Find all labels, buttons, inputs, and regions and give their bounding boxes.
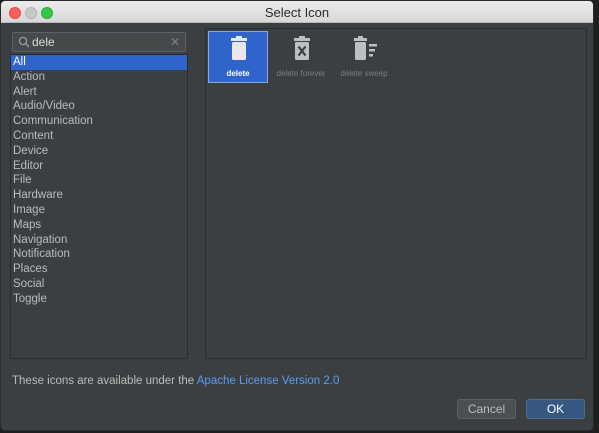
- icon-tile-label: delete sweep: [340, 69, 388, 78]
- title-bar: Select Icon: [1, 1, 593, 23]
- category-item-all[interactable]: All: [11, 55, 187, 70]
- category-item-audio-video[interactable]: Audio/Video: [11, 99, 187, 114]
- delete-icon: [231, 36, 247, 60]
- search-icon: [18, 36, 30, 48]
- search-box[interactable]: ✕: [12, 32, 186, 52]
- license-text: These icons are available under the: [12, 375, 197, 387]
- category-item-action[interactable]: Action: [11, 70, 187, 85]
- license-link[interactable]: Apache License Version 2.0: [197, 375, 340, 387]
- category-item-maps[interactable]: Maps: [11, 218, 187, 233]
- delete-forever-icon: [294, 36, 310, 60]
- icon-tile-delete[interactable]: delete: [208, 31, 268, 83]
- category-item-file[interactable]: File: [11, 173, 187, 188]
- category-item-toggle[interactable]: Toggle: [11, 292, 187, 307]
- window-title: Select Icon: [264, 5, 330, 20]
- category-item-alert[interactable]: Alert: [11, 85, 187, 100]
- category-list: All Action Alert Audio/Video Communication Co…: [10, 54, 188, 359]
- delete-sweep-icon: [354, 36, 377, 60]
- select-icon-dialog: Select Icon ✕ AllActionAlertAudio/VideoC…: [0, 0, 594, 431]
- category-item-hardware[interactable]: Hardware: [11, 188, 187, 203]
- icon-tile-delete-sweep[interactable]: delete sweep: [334, 31, 394, 83]
- clear-search-icon[interactable]: ✕: [170, 35, 180, 49]
- category-item-device[interactable]: Device: [11, 144, 187, 159]
- search-input[interactable]: [32, 34, 162, 50]
- icon-tile-delete-forever[interactable]: delete forever: [271, 31, 331, 83]
- license-note: These icons are available under the Apac…: [12, 375, 339, 387]
- category-item-content[interactable]: Content: [11, 129, 187, 144]
- category-item-navigation[interactable]: Navigation: [11, 233, 187, 248]
- category-item-notification[interactable]: Notification: [11, 247, 187, 262]
- category-item-image[interactable]: Image: [11, 203, 187, 218]
- category-item-communication[interactable]: Communication: [11, 114, 187, 129]
- ok-button[interactable]: OK: [526, 399, 585, 419]
- icon-grid: delete delete forever delete sweep: [205, 28, 587, 359]
- category-item-social[interactable]: Social: [11, 277, 187, 292]
- category-item-editor[interactable]: Editor: [11, 159, 187, 174]
- category-item-places[interactable]: Places: [11, 262, 187, 277]
- cancel-button[interactable]: Cancel: [457, 399, 516, 419]
